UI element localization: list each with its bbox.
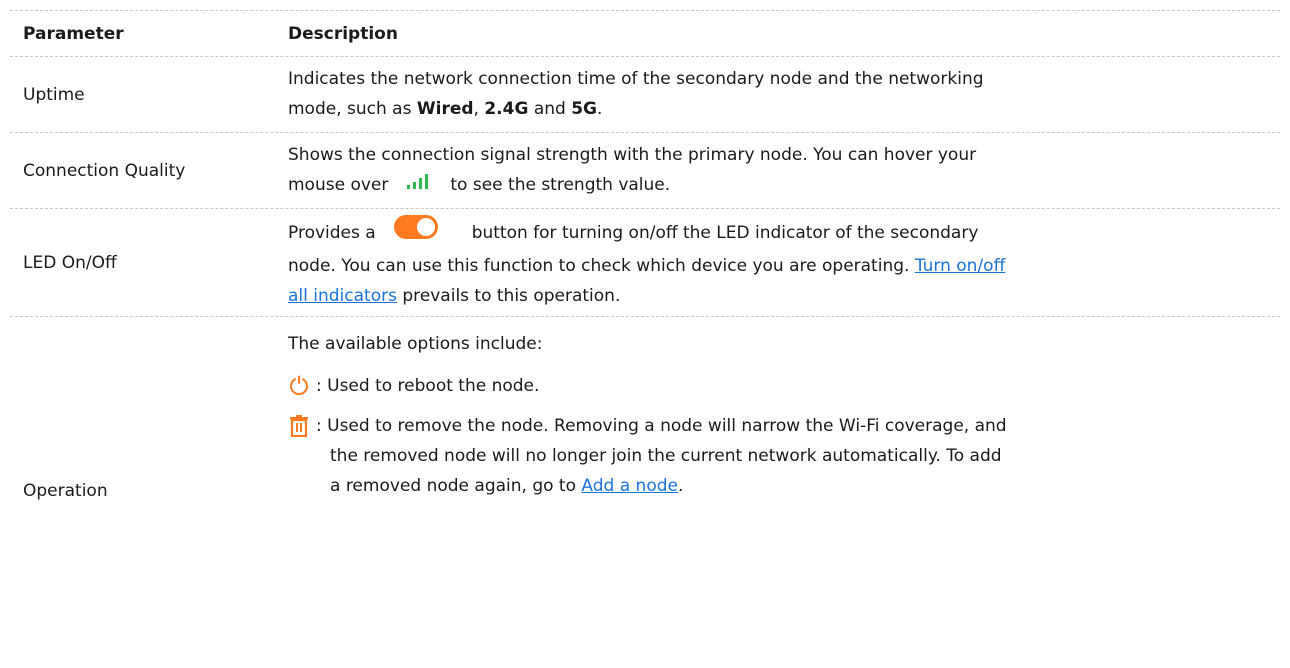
- desc-led-pre: Provides a: [288, 223, 376, 243]
- desc-led: Provides a button for turning on/off the…: [276, 209, 1280, 316]
- trash-icon[interactable]: [288, 411, 310, 441]
- desc-quality-pre: mouse over: [288, 175, 389, 195]
- desc-operation: The available options include: : Used to…: [276, 317, 1280, 665]
- signal-strength-icon[interactable]: [406, 170, 432, 200]
- table-row-uptime: Uptime Indicates the network connection …: [10, 57, 1280, 133]
- desc-connection-quality: Shows the connection signal strength wit…: [276, 133, 1280, 208]
- add-a-node-link[interactable]: Add a node: [581, 476, 678, 496]
- desc-quality-post: to see the strength value.: [450, 175, 671, 195]
- desc-uptime-line1: Indicates the network connection time of…: [288, 69, 984, 89]
- desc-led-line2-text: node. You can use this function to check…: [288, 256, 910, 276]
- param-connection-quality: Connection Quality: [23, 160, 186, 181]
- desc-quality-line1: Shows the connection signal strength wit…: [288, 145, 977, 165]
- table-row-operation: Operation The available options include:…: [10, 317, 1280, 665]
- header-parameter: Parameter: [23, 23, 124, 44]
- remove-text-line1: : Used to remove the node. Removing a no…: [316, 416, 1007, 436]
- mode-2-4g: 2.4G: [484, 99, 529, 119]
- sep-comma: ,: [473, 99, 485, 119]
- remove-text-end: .: [677, 476, 684, 496]
- remove-text-line2: the removed node will no longer join the…: [330, 446, 1002, 466]
- sep-and: and: [528, 99, 572, 119]
- table-header: Parameter Description: [10, 11, 1280, 57]
- desc-led-post: button for turning on/off the LED indica…: [471, 223, 979, 243]
- param-operation: Operation: [23, 481, 108, 501]
- mode-wired: Wired: [416, 99, 474, 119]
- desc-quality-line2: mouse over to see the strength value.: [288, 170, 1260, 200]
- param-uptime: Uptime: [23, 84, 85, 105]
- table-row-connection-quality: Connection Quality Shows the connection …: [10, 133, 1280, 209]
- desc-led-line3: all indicators prevails to this operatio…: [288, 281, 1260, 311]
- power-icon[interactable]: [288, 371, 310, 401]
- operation-reboot-item: : Used to reboot the node.: [288, 371, 1260, 401]
- all-indicators-link[interactable]: all indicators: [288, 286, 397, 306]
- desc-led-line1: Provides a button for turning on/off the…: [288, 215, 1260, 251]
- desc-led-line2: node. You can use this function to check…: [288, 251, 1260, 281]
- remove-text-line3: a removed node again, go to Add a node.: [316, 471, 1007, 501]
- desc-uptime-pre: mode, such as: [288, 99, 417, 119]
- operation-remove-item: : Used to remove the node. Removing a no…: [288, 411, 1260, 501]
- header-description: Description: [288, 23, 398, 44]
- param-led: LED On/Off: [23, 252, 117, 273]
- remove-text-line3-pre: a removed node again, go to: [330, 476, 582, 496]
- desc-operation-intro: The available options include:: [288, 334, 543, 354]
- desc-uptime: Indicates the network connection time of…: [276, 57, 1280, 132]
- table-row-led: LED On/Off Provides a button for turning…: [10, 209, 1280, 317]
- reboot-text: : Used to reboot the node.: [316, 376, 540, 396]
- desc-uptime-end: .: [597, 99, 603, 119]
- remove-text: : Used to remove the node. Removing a no…: [316, 411, 1007, 501]
- desc-led-line3-post: prevails to this operation.: [396, 286, 621, 306]
- mode-5g: 5G: [571, 99, 598, 119]
- toggle-switch-icon[interactable]: [393, 215, 438, 251]
- parameter-table: Parameter Description Uptime Indicates t…: [10, 10, 1280, 665]
- turn-on-off-indicators-link[interactable]: Turn on/off: [915, 256, 1005, 276]
- desc-uptime-line2: mode, such as Wired, 2.4G and 5G.: [288, 94, 1260, 124]
